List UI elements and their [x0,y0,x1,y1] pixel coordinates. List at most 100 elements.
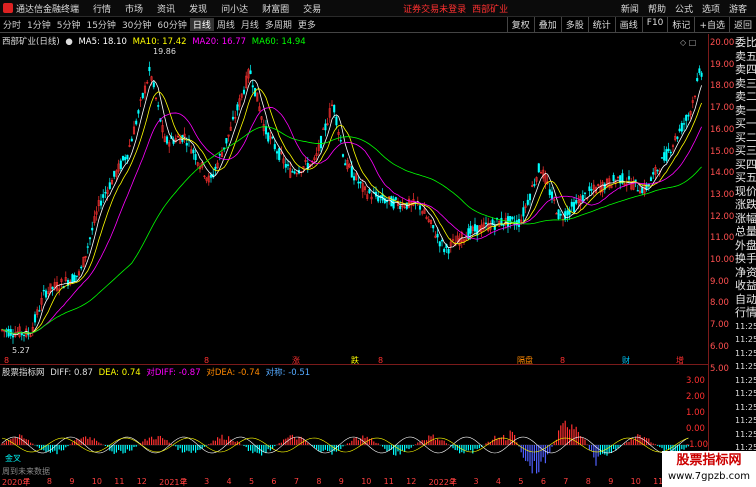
candle-body [652,172,655,175]
menu-bar: 通达信金融终端 行情 市场 资讯 发现 问小达 财富圈 交易 证券交易未登录 西… [0,0,756,17]
ma20-label: MA20: 16.77 [192,37,247,47]
menu-formula[interactable]: 公式 [675,2,693,15]
candle-body [469,225,472,234]
candle-body [537,163,540,173]
candle-body [634,179,637,182]
indicator-panel[interactable]: 股票指标网 DIFF: 0.87 DEA: 0.74 对DIFF: -0.87 … [0,364,708,477]
candle-body [700,72,703,77]
candle-body [656,169,659,172]
candle-body [572,202,576,212]
diff-label: DIFF: 0.87 [50,368,93,378]
menu-caifuquan[interactable]: 财富圈 [262,2,289,15]
indicator-name[interactable]: 股票指标网 [2,368,45,378]
menu-shichang[interactable]: 市场 [125,2,143,15]
kline-svg [0,61,703,344]
tab-1min[interactable]: 1分钟 [24,18,54,31]
menu-faxian[interactable]: 发现 [189,2,207,15]
candle-body [119,160,122,169]
candle-body [476,225,479,236]
indicator-tick-label: 0.00 [686,424,705,434]
overlay-button[interactable]: 叠加 [533,17,561,32]
tab-fenshi[interactable]: 分时 [0,18,24,31]
multi-stock-button[interactable]: 多股 [560,17,588,32]
no-future-data-note: 周到未来数据 [2,467,50,476]
candle-body [11,335,15,338]
candle-body [676,136,679,139]
price-tick-label: 15.00 [710,146,735,157]
back-button[interactable]: 返回 [728,17,756,32]
candle-body [102,194,105,198]
tab-30min[interactable]: 30分钟 [119,18,154,31]
candle-body [528,193,532,201]
candle-body [696,78,699,82]
tab-monthly[interactable]: 月线 [238,18,262,31]
quote-field-label: 11:25 [735,402,756,412]
candle-body [42,289,45,292]
tab-5min[interactable]: 5分钟 [54,18,84,31]
menu-hangqing[interactable]: 行情 [93,2,111,15]
date-tick-label: 10 [630,477,641,486]
candle-body [324,123,327,131]
candle-body [225,138,228,144]
candle-body [124,156,127,161]
panel-control-icons[interactable]: ◇ □ [680,38,696,47]
menu-help[interactable]: 帮助 [648,2,666,15]
candle-body [192,149,195,154]
dui-label: 对称: -0.51 [265,368,311,378]
date-tick-label: 7 [24,477,30,486]
menu-news[interactable]: 新闻 [621,2,639,15]
price-tick-label: 14.00 [710,168,735,179]
menu-zixun[interactable]: 资讯 [157,2,175,15]
date-tick-label: 7 [293,477,299,486]
candle-body [286,164,290,166]
menu-guest[interactable]: 游客 [729,2,747,15]
draw-line-button[interactable]: 画线 [614,17,642,32]
quote-field-label: 卖四 [735,63,756,76]
menu-options[interactable]: 选项 [702,2,720,15]
candle-body [249,70,252,74]
login-warning[interactable]: 证券交易未登录 [403,2,466,15]
tab-weekly[interactable]: 周线 [214,18,238,31]
moving-average-line [1,88,702,334]
candle-body [73,275,76,282]
candle-body [566,210,569,216]
candle-body [473,224,477,232]
tab-daily[interactable]: 日线 [189,18,214,31]
add-watchlist-button[interactable]: +自选 [694,17,729,32]
ma5-label: MA5: 18.10 [78,37,127,47]
fuquan-button[interactable]: 复权 [506,17,534,32]
candle-body [377,196,380,202]
indicator-legend: 股票指标网 DIFF: 0.87 DEA: 0.74 对DIFF: -0.87 … [2,366,313,378]
tab-more[interactable]: 更多 [295,18,319,31]
candle-body [137,110,140,114]
quote-field-label: 11:25 [735,321,756,331]
candle-body [86,246,89,248]
candle-body [284,163,287,168]
tab-15min[interactable]: 15分钟 [83,18,118,31]
candle-body [533,184,536,186]
candle-body [88,237,92,240]
mark-button[interactable]: 标记 [667,17,694,32]
ma-legend: 西部矿业(日线) ● MA5: 18.10 MA10: 17.42 MA20: … [2,35,309,47]
menu-wenxiaoda[interactable]: 问小达 [221,2,248,15]
signal-label: 金叉 [5,454,21,463]
tab-60min[interactable]: 60分钟 [154,18,189,31]
pdea-label: 对DEA: -0.74 [206,368,260,378]
f10-button[interactable]: F10 [641,17,668,32]
stats-button[interactable]: 统计 [587,17,615,32]
indicator-tick-label: 3.00 [686,376,705,386]
ma60-label: MA60: 14.94 [251,37,306,47]
candle-body [75,275,78,277]
tab-multi-period[interactable]: 多周期 [262,18,295,31]
candle-body [687,114,690,117]
pdiff-label: 对DIFF: -0.87 [146,368,201,378]
candle-body [214,166,217,170]
quote-field-label: 买二 [735,130,756,144]
candle-body [71,274,74,283]
candle-body [350,166,353,178]
quote-field-label: 卖二 [735,90,756,103]
menu-jiaoyi[interactable]: 交易 [303,2,321,15]
quote-field-label: 11:25 [735,348,756,358]
candle-body [335,116,338,126]
kline-chart[interactable]: 西部矿业(日线) ● MA5: 18.10 MA10: 17.42 MA20: … [0,34,708,365]
